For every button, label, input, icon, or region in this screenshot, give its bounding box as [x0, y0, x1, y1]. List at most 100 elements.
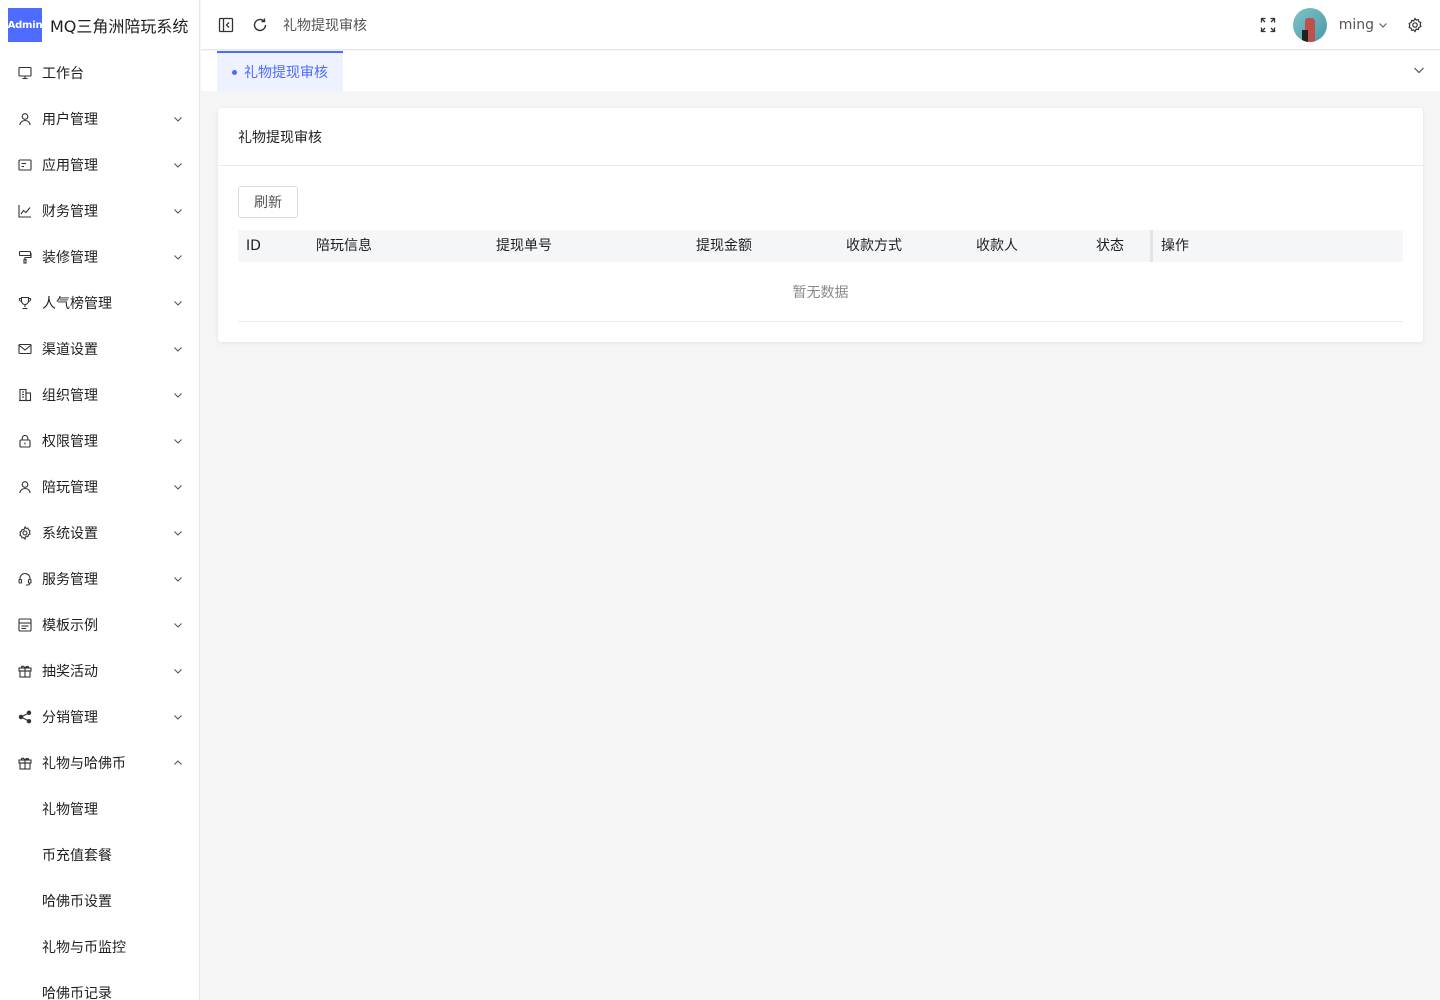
column-header: ID: [246, 238, 261, 254]
column-divider: [1150, 230, 1153, 262]
refresh-button[interactable]: 刷新: [238, 186, 298, 218]
sidebar-item[interactable]: 人气榜管理: [0, 280, 199, 326]
sidebar-item-label: 系统设置: [42, 526, 98, 542]
sidebar-item[interactable]: 服务管理: [0, 556, 199, 602]
sidebar-item[interactable]: 渠道设置: [0, 326, 199, 372]
chevron-down-icon: [173, 620, 183, 630]
column-header: 操作: [1161, 238, 1189, 254]
chevron-down-icon: [173, 712, 183, 722]
template-icon: [18, 618, 32, 632]
user-icon: [18, 480, 32, 494]
chevron-down-icon: [173, 436, 183, 446]
column-header: 收款方式: [846, 238, 902, 254]
chevron-up-icon: [173, 758, 183, 768]
sidebar-subitem[interactable]: 哈佛币记录: [0, 970, 199, 1000]
header-right: ming: [1259, 0, 1424, 50]
user-menu[interactable]: ming: [1339, 17, 1388, 33]
sidebar-item[interactable]: 模板示例: [0, 602, 199, 648]
avatar[interactable]: [1292, 8, 1327, 42]
sidebar-collapse-icon[interactable]: [217, 16, 235, 34]
user-name: ming: [1338, 17, 1374, 33]
user-icon: [18, 112, 32, 126]
sidebar-item[interactable]: 陪玩管理: [0, 464, 199, 510]
sidebar-item-label: 模板示例: [42, 618, 98, 634]
sidebar-menu: 工作台用户管理应用管理财务管理装修管理人气榜管理渠道设置组织管理权限管理陪玩管理…: [0, 50, 199, 1000]
sidebar-item[interactable]: 财务管理: [0, 188, 199, 234]
top-header: 礼物提现审核 ming: [201, 0, 1440, 50]
sidebar-subitem-label: 礼物管理: [42, 802, 98, 818]
sidebar-subitem[interactable]: 哈佛币设置: [0, 878, 199, 924]
fullscreen-icon[interactable]: [1259, 16, 1277, 34]
tab-label: 礼物提现审核: [244, 65, 328, 81]
chevron-down-icon: [173, 528, 183, 538]
card-body: 刷新 ID 陪玩信息 提现单号 提现金额 收款方式 收款人 状态 操作 暂无数据: [218, 166, 1423, 322]
sidebar-item[interactable]: 装修管理: [0, 234, 199, 280]
chevron-down-icon: [173, 298, 183, 308]
sidebar-subitem-label: 礼物与币监控: [42, 940, 126, 956]
sidebar-item-label: 抽奖活动: [42, 664, 98, 680]
share-icon: [18, 710, 32, 724]
headset-icon: [18, 572, 32, 586]
sidebar-item-label: 分销管理: [42, 710, 98, 726]
sidebar-item-label: 渠道设置: [42, 342, 98, 358]
column-header: 陪玩信息: [316, 238, 372, 254]
chevron-down-icon: [173, 252, 183, 262]
mail-icon: [18, 342, 32, 356]
sidebar-subitem-label: 币充值套餐: [42, 848, 112, 864]
chevron-down-icon: [173, 574, 183, 584]
sidebar-item-label: 陪玩管理: [42, 480, 98, 496]
column-header: 提现金额: [696, 238, 752, 254]
sidebar-item[interactable]: 系统设置: [0, 510, 199, 556]
gift-icon: [18, 664, 32, 678]
sidebar-item[interactable]: 应用管理: [0, 142, 199, 188]
avatar-figure-shadow: [1301, 30, 1308, 42]
sidebar-subitem-label: 哈佛币记录: [42, 986, 112, 1000]
gift-icon: [18, 756, 32, 770]
column-header: 提现单号: [496, 238, 552, 254]
sidebar-item-label: 礼物与哈佛币: [42, 756, 126, 772]
paint-roller-icon: [18, 250, 32, 264]
app-card-icon: [18, 158, 32, 172]
sidebar-subitem-label: 哈佛币设置: [42, 894, 112, 910]
breadcrumb: 礼物提现审核: [283, 17, 367, 34]
sidebar-subitem[interactable]: 礼物管理: [0, 786, 199, 832]
chevron-down-icon: [173, 206, 183, 216]
chevron-down-icon: [173, 160, 183, 170]
card-title: 礼物提现审核: [218, 108, 1423, 166]
sidebar-item[interactable]: 礼物与哈佛币: [0, 740, 199, 786]
sidebar-item[interactable]: 组织管理: [0, 372, 199, 418]
table-header: ID 陪玩信息 提现单号 提现金额 收款方式 收款人 状态 操作: [238, 230, 1403, 262]
column-header: 收款人: [976, 238, 1018, 254]
chevron-down-icon: [173, 344, 183, 354]
sidebar-item-label: 人气榜管理: [42, 296, 112, 312]
content-card: 礼物提现审核 刷新 ID 陪玩信息 提现单号 提现金额 收款方式 收款人 状态 操作 暂无数据: [218, 108, 1423, 342]
sidebar-item[interactable]: 工作台: [0, 50, 199, 96]
sidebar-item[interactable]: 分销管理: [0, 694, 199, 740]
chevron-down-icon: [173, 666, 183, 676]
sidebar-item[interactable]: 抽奖活动: [0, 648, 199, 694]
chevron-down-icon: [173, 390, 183, 400]
sidebar: Admin MQ三角洲陪玩系统 工作台用户管理应用管理财务管理装修管理人气榜管理…: [0, 0, 200, 1000]
tab-active[interactable]: 礼物提现审核: [217, 51, 343, 91]
gear-icon[interactable]: [1406, 16, 1424, 34]
sidebar-item-label: 财务管理: [42, 204, 98, 220]
sidebar-item-label: 组织管理: [42, 388, 98, 404]
sidebar-item-label: 应用管理: [42, 158, 98, 174]
chart-icon: [18, 204, 32, 218]
chevron-down-icon[interactable]: [1412, 63, 1426, 77]
building-icon: [18, 388, 32, 402]
refresh-icon[interactable]: [251, 16, 269, 34]
logo[interactable]: Admin MQ三角洲陪玩系统: [0, 0, 199, 50]
sidebar-subitem[interactable]: 礼物与币监控: [0, 924, 199, 970]
sidebar-item-label: 服务管理: [42, 572, 98, 588]
empty-state: 暂无数据: [238, 262, 1403, 322]
chevron-down-icon: [173, 482, 183, 492]
sidebar-subitem[interactable]: 币充值套餐: [0, 832, 199, 878]
sidebar-item-label: 用户管理: [42, 112, 98, 128]
monitor-icon: [18, 66, 32, 80]
sidebar-item[interactable]: 权限管理: [0, 418, 199, 464]
gear-icon: [18, 526, 32, 540]
tabs-bar: 礼物提现审核: [201, 51, 1440, 91]
sidebar-item[interactable]: 用户管理: [0, 96, 199, 142]
app-title: MQ三角洲陪玩系统: [50, 17, 189, 36]
